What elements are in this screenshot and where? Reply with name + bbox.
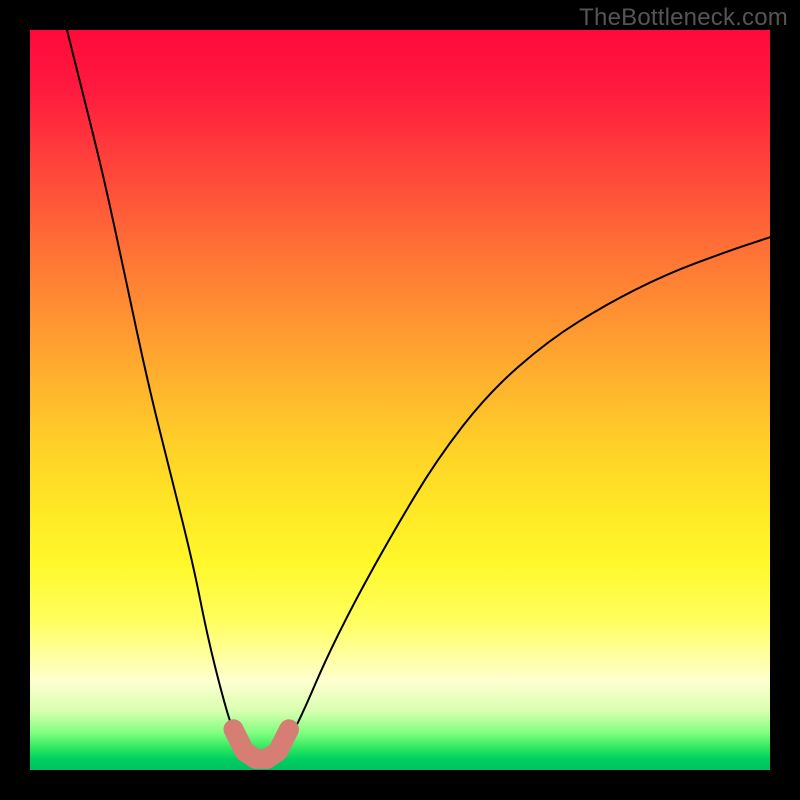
valley-highlight	[234, 729, 290, 759]
highlight-layer	[30, 30, 770, 770]
chart-frame	[30, 30, 770, 770]
watermark-text: TheBottleneck.com	[579, 4, 788, 32]
